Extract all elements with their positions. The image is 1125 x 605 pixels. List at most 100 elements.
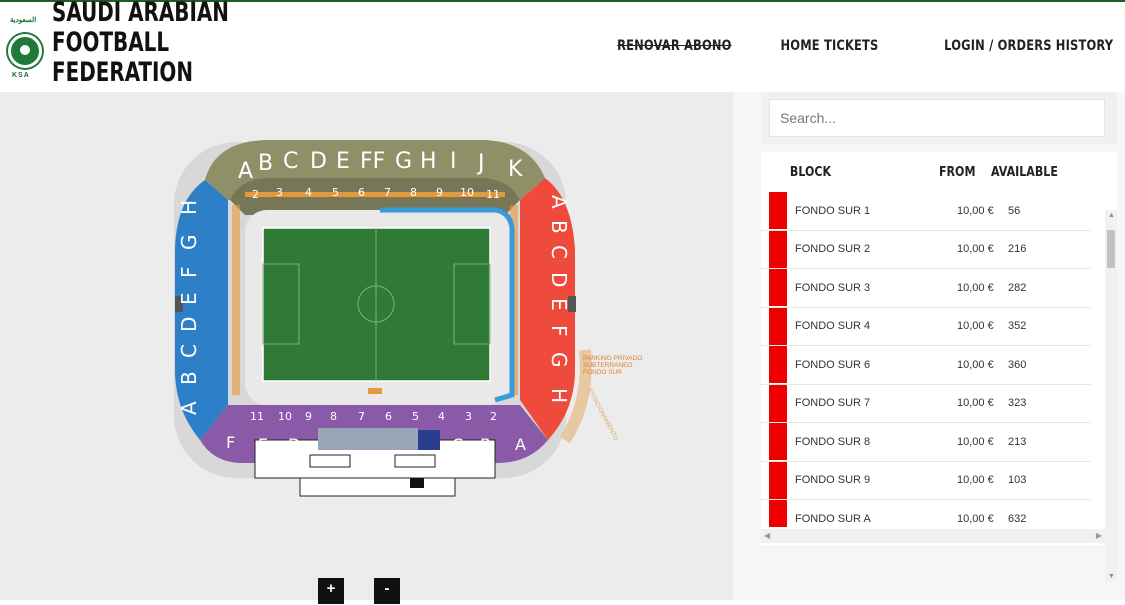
seat-section: 9 bbox=[305, 410, 312, 423]
zoom-in-button[interactable]: + bbox=[318, 578, 344, 604]
block-price: 10,00 € bbox=[957, 281, 994, 294]
crest-abbr: KSA bbox=[12, 72, 30, 79]
block-price: 10,00 € bbox=[957, 397, 994, 410]
brand-line: FEDERATION bbox=[52, 57, 194, 88]
stand-label: E bbox=[336, 149, 350, 174]
nav-login-orders-link[interactable]: LOGIN / ORDERS HISTORY bbox=[944, 38, 1113, 54]
seat-section: 9 bbox=[436, 186, 443, 199]
seat-section: 11 bbox=[486, 188, 500, 201]
top-navigation-bar: السعودية KSA SAUDI ARABIAN FOOTBALL FEDE… bbox=[0, 0, 1125, 92]
column-block-header[interactable]: BLOCK bbox=[761, 165, 912, 180]
block-name: FONDO SUR 6 bbox=[795, 358, 871, 371]
stand-label: B bbox=[258, 151, 273, 176]
block-availability: 632 bbox=[1008, 512, 1027, 525]
football-emblem-icon bbox=[8, 34, 42, 68]
table-row[interactable]: FONDO SUR 9 10,00 € 103 bbox=[761, 461, 1091, 500]
brand-line: FOOTBALL bbox=[52, 27, 170, 58]
annotation-line: FONDO SUR bbox=[583, 369, 622, 376]
vertical-scrollbar[interactable]: ▲ ▼ bbox=[1105, 210, 1117, 582]
table-row[interactable]: FONDO SUR 3 10,00 € 282 bbox=[761, 269, 1091, 308]
block-color-swatch bbox=[769, 269, 787, 307]
stand-label: I bbox=[450, 149, 457, 174]
block-price: 10,00 € bbox=[957, 512, 994, 525]
stand-label: K bbox=[508, 157, 523, 182]
seat-section: 2 bbox=[252, 188, 259, 201]
scroll-right-icon[interactable]: ▶ bbox=[1096, 531, 1102, 540]
scroll-left-icon[interactable]: ◀ bbox=[764, 531, 770, 540]
nav-home-tickets-link[interactable]: HOME TICKETS bbox=[781, 38, 879, 54]
block-color-swatch bbox=[769, 384, 787, 422]
block-price: 10,00 € bbox=[957, 320, 994, 333]
block-name: FONDO SUR 4 bbox=[795, 320, 871, 333]
block-price: 10,00 € bbox=[957, 204, 994, 217]
zoom-out-button[interactable]: - bbox=[374, 578, 400, 604]
block-name: FONDO SUR 8 bbox=[795, 435, 871, 448]
table-row[interactable]: FONDO SUR 6 10,00 € 360 bbox=[761, 346, 1091, 385]
stand-label: F bbox=[226, 433, 235, 452]
table-header: BLOCK FROM AVAILABLE bbox=[761, 152, 1091, 192]
parking-curved-label: ESTACIONAMIENTO bbox=[586, 388, 618, 442]
seat-section: 5 bbox=[412, 410, 419, 423]
block-price: 10,00 € bbox=[957, 243, 994, 256]
seat-section: 11 bbox=[250, 410, 264, 423]
stand-label: F bbox=[177, 266, 201, 278]
block-price: 10,00 € bbox=[957, 474, 994, 487]
seat-section: 10 bbox=[278, 410, 292, 423]
stand-label: B bbox=[177, 371, 201, 385]
stand-label: C bbox=[452, 435, 463, 454]
scroll-thumb[interactable] bbox=[1107, 230, 1115, 268]
block-availability: 216 bbox=[1008, 243, 1027, 256]
stand-label: B bbox=[547, 220, 571, 234]
seat-section: 3 bbox=[276, 186, 283, 199]
table-row[interactable]: FONDO SUR A 10,00 € 632 bbox=[761, 500, 1091, 527]
nav-renovar-abono-link[interactable]: RENOVAR ABONO bbox=[617, 38, 731, 54]
scroll-up-icon[interactable]: ▲ bbox=[1108, 212, 1115, 219]
block-name: FONDO SUR 2 bbox=[795, 243, 871, 256]
search-input[interactable] bbox=[769, 99, 1105, 137]
stand-label: C bbox=[177, 344, 201, 358]
table-row[interactable]: FONDO SUR 8 10,00 € 213 bbox=[761, 423, 1091, 462]
stand-label: E bbox=[258, 435, 268, 454]
stadium-seating-map[interactable]: PARKING PRIVADO SUBTERRANEO FONDO SUR ES… bbox=[0, 92, 733, 600]
scroll-down-icon[interactable]: ▼ bbox=[1108, 573, 1115, 580]
block-list-panel: BLOCK FROM AVAILABLE FONDO SUR 1 10,00 € 5… bbox=[733, 92, 1125, 600]
parking-annotation: PARKING PRIVADO SUBTERRANEO FONDO SUR bbox=[583, 355, 644, 376]
table-row[interactable]: FONDO SUR 2 10,00 € 216 bbox=[761, 230, 1091, 269]
table-row[interactable]: FONDO SUR 7 10,00 € 323 bbox=[761, 384, 1091, 423]
stand-label: FF bbox=[360, 149, 385, 174]
seat-section: 5 bbox=[332, 186, 339, 199]
block-color-swatch bbox=[769, 192, 787, 230]
seat-section: 8 bbox=[330, 410, 337, 423]
column-available-header[interactable]: AVAILABLE bbox=[991, 165, 1059, 180]
block-availability: 282 bbox=[1008, 281, 1027, 294]
seat-section: 6 bbox=[358, 186, 365, 199]
stand-label: A bbox=[238, 159, 253, 184]
block-name: FONDO SUR 3 bbox=[795, 281, 871, 294]
search-container bbox=[761, 92, 1117, 144]
stand-label: A bbox=[547, 195, 571, 209]
stand-label: C bbox=[283, 149, 298, 174]
stand-label: J bbox=[476, 151, 485, 176]
table-row[interactable]: FONDO SUR 4 10,00 € 352 bbox=[761, 307, 1091, 346]
blocks-table: BLOCK FROM AVAILABLE FONDO SUR 1 10,00 € 5… bbox=[761, 152, 1117, 582]
brand-name: SAUDI ARABIAN FOOTBALL FEDERATION bbox=[52, 0, 229, 88]
seat-section: 6 bbox=[385, 410, 392, 423]
column-from-header[interactable]: FROM bbox=[939, 165, 983, 180]
block-color-swatch bbox=[769, 230, 787, 268]
seat-section: 4 bbox=[305, 186, 312, 199]
block-price: 10,00 € bbox=[957, 435, 994, 448]
annotation-line: PARKING PRIVADO bbox=[583, 355, 642, 362]
seat-section: 10 bbox=[460, 186, 474, 199]
block-name: FONDO SUR 9 bbox=[795, 474, 871, 487]
stand-label: F bbox=[547, 325, 571, 337]
brand-line: SAUDI ARABIAN bbox=[52, 0, 229, 28]
stand-label: H bbox=[547, 388, 571, 403]
stand-label: G bbox=[547, 352, 571, 368]
stand-label: D bbox=[310, 149, 327, 174]
federation-logo[interactable]: السعودية KSA SAUDI ARABIAN FOOTBALL FEDE… bbox=[6, 0, 268, 88]
block-availability: 360 bbox=[1008, 358, 1027, 371]
table-row[interactable]: FONDO SUR 1 10,00 € 56 bbox=[761, 192, 1091, 231]
stand-label: G bbox=[395, 149, 412, 174]
stand-label: H bbox=[420, 149, 437, 174]
horizontal-scrollbar[interactable]: ◀ ▶ bbox=[761, 529, 1105, 543]
